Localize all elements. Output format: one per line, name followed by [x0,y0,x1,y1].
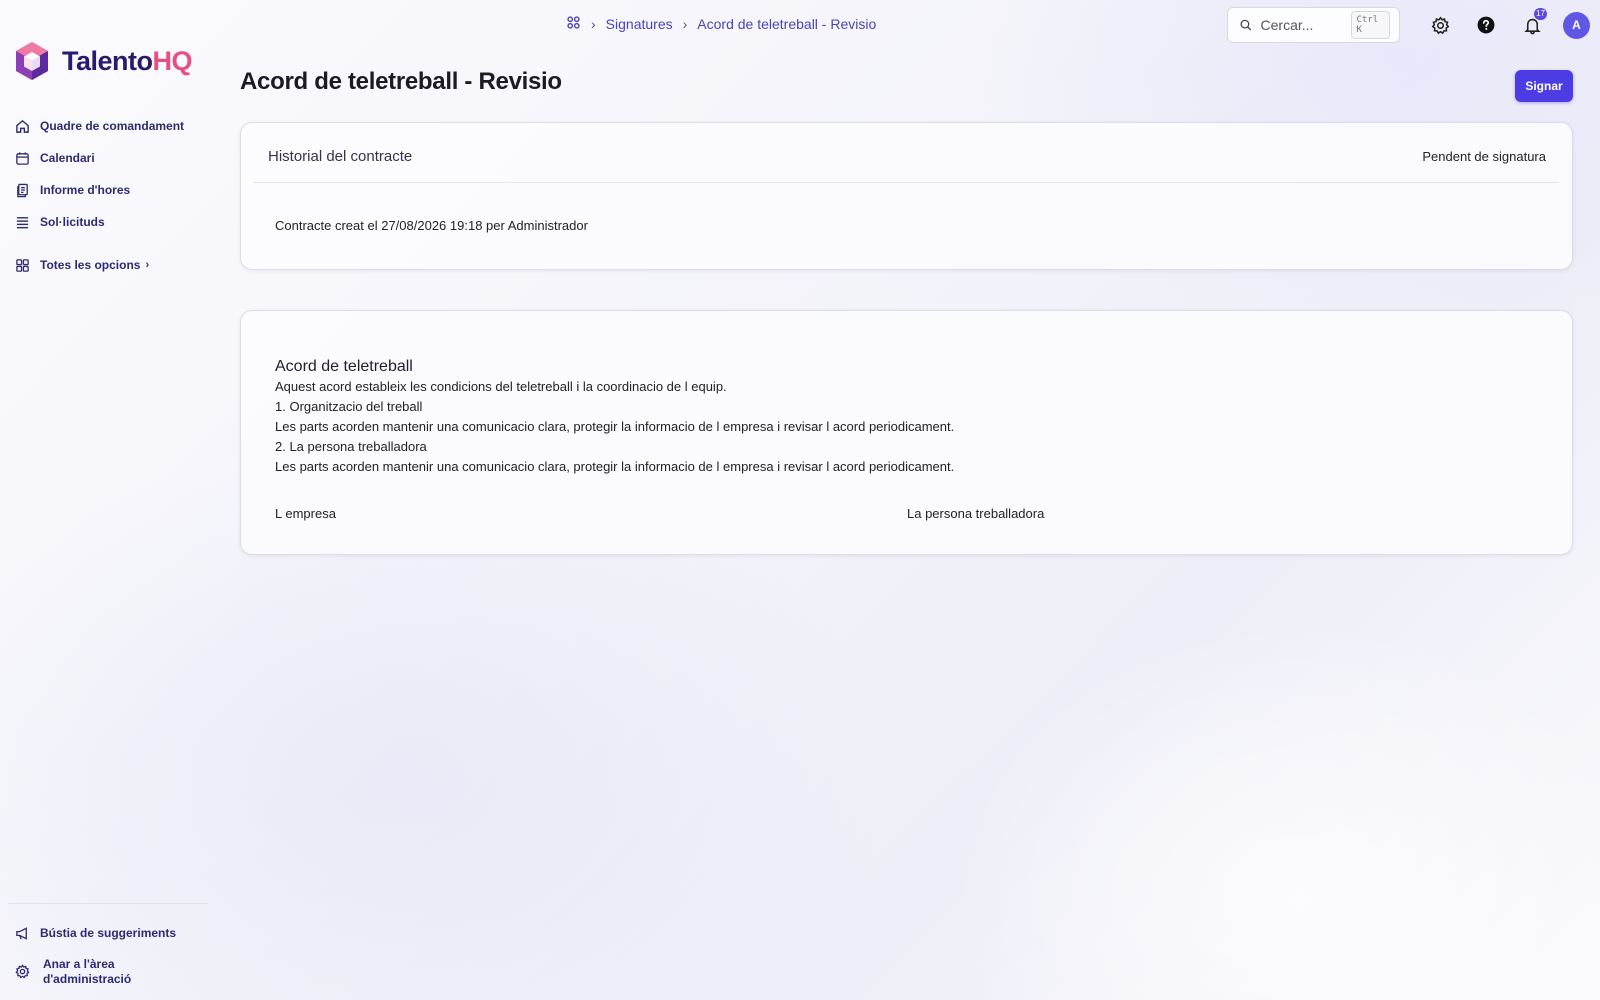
breadcrumb: › Signatures › Acord de teletreball - Re… [566,15,876,33]
list-icon [14,214,31,231]
search-box[interactable]: Ctrl K [1227,7,1400,43]
avatar[interactable]: A [1563,11,1590,39]
sidebar-footer: Bústia de suggeriments Anar a l'àrea d'a… [8,903,208,987]
settings-button[interactable] [1425,10,1455,40]
apps-icon[interactable] [566,15,581,33]
search-input[interactable] [1260,17,1351,33]
report-icon [14,182,31,199]
search-shortcut: Ctrl K [1350,11,1390,39]
chevron-right-icon: › [145,259,150,271]
gear-icon [1431,16,1449,34]
notifications-button[interactable]: 17 [1517,8,1547,40]
document-card: Acord de teletreball Aquest acord establ… [240,310,1573,555]
signature-company-label: L empresa [275,506,336,521]
notifications-badge: 17 [1534,8,1547,20]
chevron-right-icon: › [591,16,596,32]
sidebar-item-suggestions[interactable]: Bústia de suggeriments [8,917,208,949]
header-actions: 17 A [1425,8,1590,40]
grid-icon [14,257,31,274]
breadcrumb-signatures[interactable]: Signatures [606,16,673,32]
document-heading: Acord de teletreball [275,358,413,375]
sidebar-item-label: Quadre de comandament [40,119,185,133]
status-badge: Pendent de signatura [1422,149,1546,164]
gear-icon [14,963,31,980]
sidebar-item-all-options[interactable]: Totes les opcions › [14,249,209,281]
card-title: Historial del contracte [268,148,413,165]
megaphone-icon [14,925,31,942]
contract-history-card: Historial del contracte Pendent de signa… [240,122,1573,270]
card-header: Historial del contracte Pendent de signa… [254,123,1559,183]
breadcrumb-current: Acord de teletreball - Revisio [697,16,877,32]
sidebar-item-dashboard[interactable]: Quadre de comandament [14,110,209,142]
document-content: Acord de teletreball Aquest acord establ… [275,357,954,477]
sidebar-item-label: Calendari [40,151,95,165]
document-line: Les parts acorden mantenir una comunicac… [275,419,955,434]
sign-button[interactable]: Signar [1515,70,1573,102]
document-line: Aquest acord estableix les condicions de… [275,379,727,394]
home-icon [14,118,31,135]
help-button[interactable] [1471,10,1501,40]
signature-employee-label: La persona treballadora [907,506,1045,521]
document-line: 2. La persona treballadora [275,439,427,454]
page-title: Acord de teletreball - Revisio [240,68,562,95]
sidebar-item-label: Informe d'hores [40,183,131,197]
sidebar: TalentoHQ Quadre de comandament Calendar… [0,0,215,1000]
logo-cube-icon [16,42,48,80]
sidebar-item-label: Bústia de suggeriments [40,926,177,940]
history-entry: Contracte creat el 27/08/2026 19:18 per … [275,218,588,233]
calendar-icon [14,150,31,167]
chevron-right-icon: › [682,16,688,32]
sidebar-item-calendar[interactable]: Calendari [14,142,209,174]
sidebar-item-hours-report[interactable]: Informe d'hores [14,174,209,206]
sidebar-item-label: Sol·licituds [40,215,105,229]
app-logo[interactable]: TalentoHQ [12,40,192,82]
sidebar-item-label: Anar a l'àrea d'administració [43,957,132,986]
document-line: 1. Organitzacio del treball [275,399,423,414]
help-icon [1477,16,1495,34]
app-name: TalentoHQ [62,45,192,76]
sidebar-item-admin-area[interactable]: Anar a l'àrea d'administració [8,957,208,987]
sidebar-nav: Quadre de comandament Calendari Informe … [14,110,209,281]
sidebar-item-label: Totes les opcions [40,258,141,272]
search-icon [1240,19,1252,31]
sidebar-item-requests[interactable]: Sol·licituds [14,206,209,238]
document-line: Les parts acorden mantenir una comunicac… [275,459,955,474]
